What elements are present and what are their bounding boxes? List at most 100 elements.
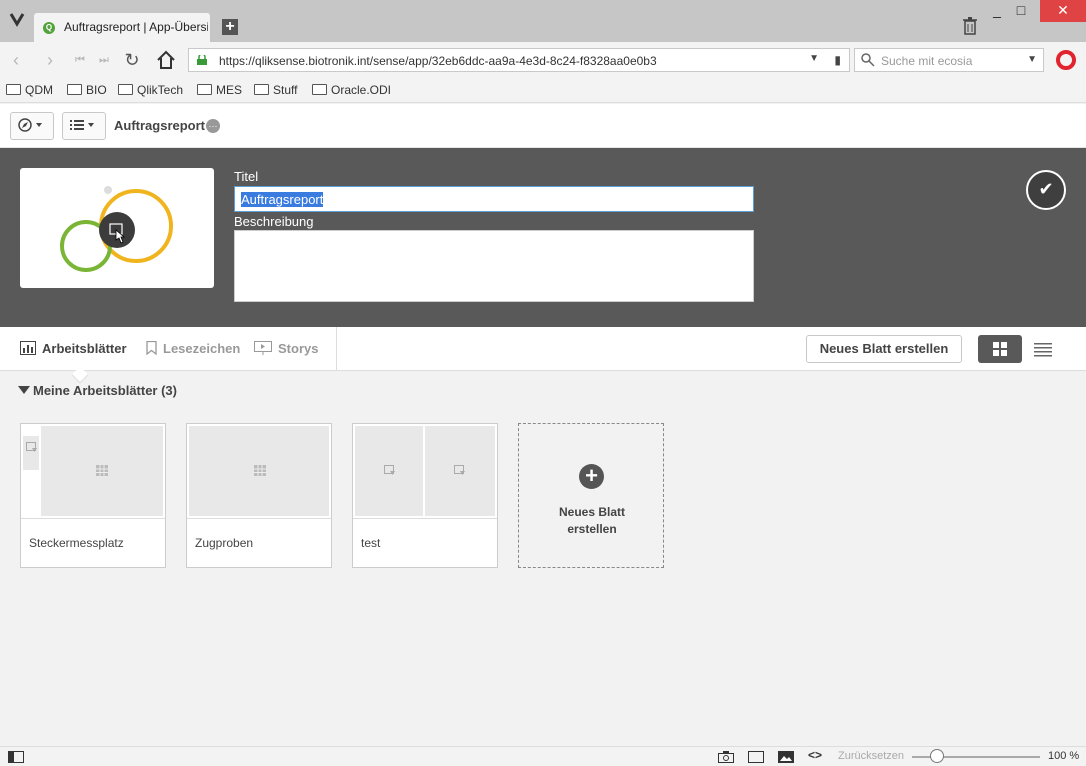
tab-label: Arbeitsblätter (42, 341, 127, 356)
folder-icon (254, 84, 269, 95)
trash-icon[interactable] (963, 17, 977, 35)
zoom-reset-button[interactable]: Zurücksetzen (838, 750, 904, 762)
description-label: Beschreibung (234, 214, 314, 229)
sheet-preview (187, 424, 331, 519)
table-icon (96, 465, 108, 476)
lock-icon (197, 55, 207, 65)
bookmark-label: BIO (86, 83, 107, 97)
maximize-button[interactable]: □ (1006, 0, 1036, 22)
url-text: https://qliksense.biotronik.int/sense/ap… (219, 54, 657, 68)
bookmark-page-icon[interactable]: ▮ (834, 53, 841, 67)
search-engine-dropdown-icon[interactable]: ▼ (1027, 54, 1037, 65)
zoom-slider-handle[interactable] (930, 749, 944, 763)
confirm-check-button[interactable]: ✔ (1026, 170, 1066, 210)
tab-stories[interactable]: Storys (254, 341, 318, 356)
tile-icon[interactable] (748, 751, 764, 763)
folder-icon (118, 84, 133, 95)
search-field[interactable]: Suche mit ecosia ▼ (854, 48, 1044, 72)
code-icon[interactable]: <> (808, 748, 824, 762)
reload-icon[interactable]: ↻ (122, 50, 142, 70)
active-tab-indicator (71, 366, 89, 384)
address-toolbar: ‹ › ⏮ ⏭ ↻ https://qliksense.biotronik.in… (0, 42, 1086, 78)
bookmark-label: Oracle.ODI (331, 83, 392, 97)
address-field[interactable]: https://qliksense.biotronik.int/sense/ap… (188, 48, 850, 72)
search-placeholder: Suche mit ecosia (881, 54, 973, 68)
grid-icon (993, 342, 1007, 356)
create-label-line2: erstellen (567, 522, 617, 536)
sheet-name: test (361, 536, 381, 550)
title-input[interactable]: Auftragsreport (234, 186, 754, 212)
tab-label: Storys (278, 341, 319, 356)
table-icon (254, 465, 266, 476)
create-new-sheet-card[interactable]: + Neues Blatt erstellen (518, 423, 664, 568)
sheet-card[interactable]: Steckermessplatz (20, 423, 166, 568)
bookmark-folder[interactable]: QlikTech (118, 83, 183, 99)
tab-label: Lesezeichen (163, 341, 241, 356)
grid-view-button[interactable] (978, 335, 1022, 363)
list-view-icon[interactable] (1034, 341, 1054, 357)
bookmark-label: Stuff (273, 83, 298, 97)
new-sheet-button[interactable]: Neues Blatt erstellen (806, 335, 962, 363)
bookmark-folder[interactable]: MES (197, 83, 242, 99)
qlik-favicon-icon: Q (43, 22, 55, 34)
camera-icon[interactable] (718, 751, 734, 763)
my-sheets-section-toggle[interactable]: Meine Arbeitsblätter (3) (18, 383, 177, 398)
bookmark-icon (146, 341, 157, 355)
story-icon (254, 341, 272, 355)
create-label-line1: Neues Blatt (558, 505, 626, 519)
description-input[interactable] (234, 230, 754, 302)
vivaldi-menu-icon[interactable] (8, 10, 26, 28)
new-tab-button[interactable]: + (222, 19, 238, 35)
url-dropdown-icon[interactable]: ▼ (809, 53, 819, 64)
panel-toggle-icon[interactable] (8, 751, 24, 763)
navigation-menu-button[interactable] (10, 112, 54, 140)
title-value: Auftragsreport (241, 192, 324, 207)
create-new-sheet-label: Neues Blatt erstellen (519, 504, 665, 538)
collapse-triangle-icon (18, 386, 30, 394)
folder-icon (197, 84, 212, 95)
opera-icon[interactable] (1056, 50, 1076, 70)
sheet-preview (353, 424, 497, 519)
section-title: Meine Arbeitsblätter (3) (33, 383, 177, 398)
app-title: Auftragsreport (114, 118, 206, 133)
tab-bookmarks[interactable]: Lesezeichen (146, 341, 240, 356)
back-icon[interactable]: ‹ (6, 50, 26, 70)
folder-icon (312, 84, 327, 95)
content-tabs: Arbeitsblätter Lesezeichen Storys Neues … (0, 327, 1086, 384)
list-icon (70, 120, 94, 130)
tab-divider (336, 327, 337, 371)
app-thumbnail[interactable] (20, 168, 214, 288)
sheet-card[interactable]: test (352, 423, 498, 568)
home-icon[interactable] (156, 50, 176, 70)
chart-icon (20, 341, 36, 355)
title-label: Titel (234, 169, 259, 184)
app-status-icon[interactable]: ··· (206, 119, 220, 133)
filter-pane-icon (26, 442, 37, 452)
app-details-header: Titel Auftragsreport Beschreibung ✔ (0, 148, 1086, 327)
browser-tab[interactable]: Q Auftragsreport | App-Übersicht (34, 13, 210, 42)
sheet-preview (21, 424, 165, 519)
close-window-button[interactable]: ✕ (1040, 0, 1086, 22)
qlik-logo-image (60, 186, 173, 272)
forward-icon[interactable]: › (40, 50, 60, 70)
qlik-toolbar: Auftragsreport ··· (0, 104, 1086, 148)
sheet-name: Steckermessplatz (29, 536, 124, 550)
image-icon[interactable] (778, 751, 794, 763)
bookmark-folder[interactable]: Stuff (254, 83, 297, 99)
browser-status-bar: <> Zurücksetzen 100 % (0, 746, 1086, 766)
sheet-card[interactable]: Zugproben (186, 423, 332, 568)
sheet-menu-button[interactable] (62, 112, 106, 140)
filter-pane-icon (384, 465, 395, 475)
bookmark-folder[interactable]: BIO (67, 83, 107, 99)
tab-sheets[interactable]: Arbeitsblätter (20, 341, 127, 356)
compass-icon (18, 118, 42, 132)
folder-icon (6, 84, 21, 95)
tab-title: Auftragsreport | App-Übersicht (64, 20, 208, 34)
bookmarks-bar: QDM BIO QlikTech MES Stuff Oracle.ODI (0, 78, 1086, 103)
bookmark-folder[interactable]: QDM (6, 83, 53, 99)
bookmark-label: QDM (25, 83, 53, 97)
fast-forward-icon[interactable]: ⏭ (94, 50, 114, 70)
rewind-icon[interactable]: ⏮ (70, 50, 90, 70)
bookmark-folder[interactable]: Oracle.ODI (312, 83, 391, 99)
zoom-level: 100 % (1048, 750, 1080, 762)
